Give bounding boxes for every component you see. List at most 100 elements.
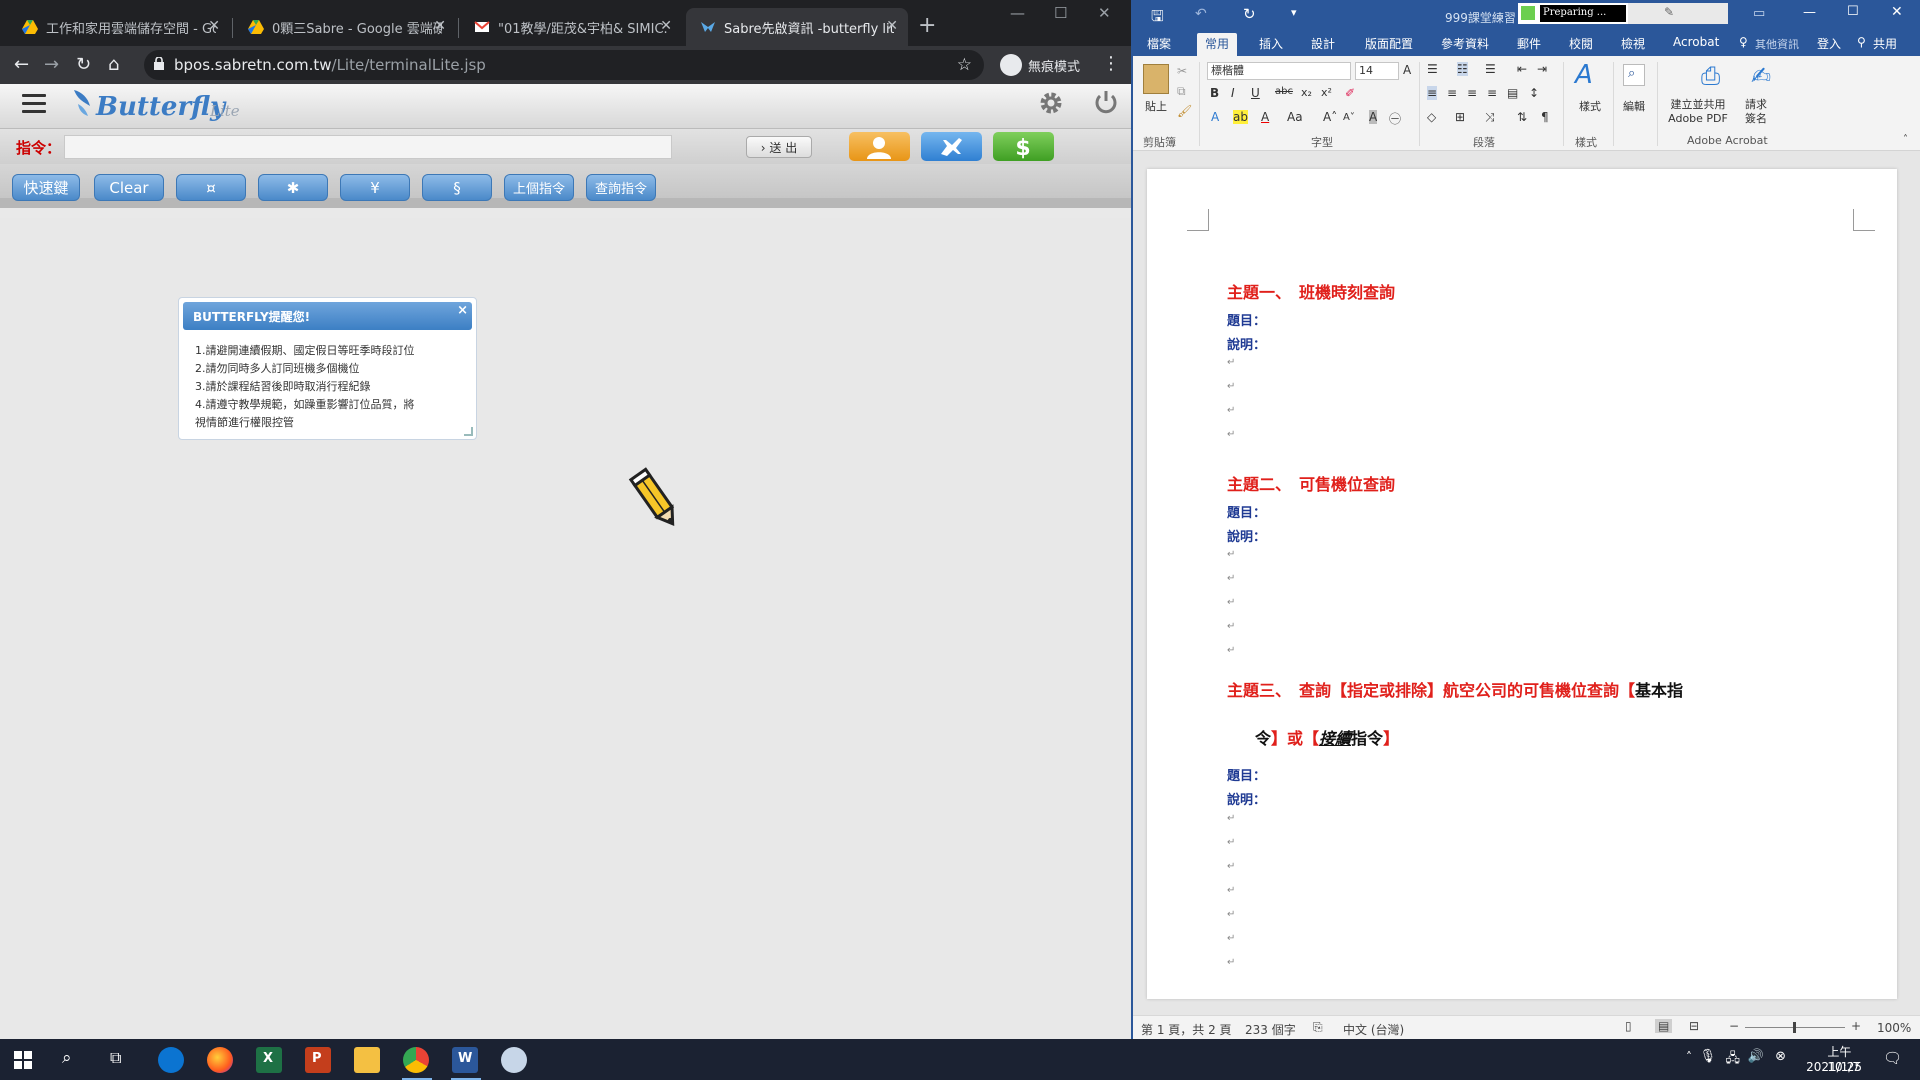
chrome-menu-icon[interactable]: ⋮	[1102, 53, 1120, 74]
request-signature-icon[interactable]: ✍	[1751, 62, 1771, 90]
maximize-icon[interactable]: ☐	[1847, 4, 1859, 19]
microphone-icon[interactable]: 🎙	[1699, 1049, 1716, 1064]
zoom-slider-thumb[interactable]	[1793, 1022, 1796, 1033]
decrease-indent-icon[interactable]: ⇤	[1517, 62, 1527, 76]
font-size-box[interactable]: 14	[1355, 62, 1399, 80]
format-painter-icon[interactable]: 🖌	[1177, 104, 1192, 118]
sign-in-link[interactable]: 登入	[1817, 35, 1841, 52]
undo-icon[interactable]: ↶	[1195, 6, 1207, 22]
share-button[interactable]: 共用	[1873, 35, 1897, 52]
zoom-level[interactable]: 100%	[1877, 1021, 1911, 1035]
tab-acrobat[interactable]: Acrobat	[1673, 35, 1719, 49]
hamburger-menu-icon[interactable]	[22, 94, 46, 114]
close-tab-icon[interactable]: ✕	[208, 18, 220, 34]
new-tab-button[interactable]: +	[918, 13, 936, 38]
borders-icon[interactable]: ⊞	[1455, 110, 1465, 124]
close-tab-icon[interactable]: ✕	[886, 18, 898, 34]
excel-icon[interactable]: X	[256, 1047, 282, 1073]
user-profile-button[interactable]	[849, 132, 910, 161]
flight-button[interactable]	[921, 132, 982, 161]
quick-access-dropdown-icon[interactable]: ▾	[1291, 6, 1297, 19]
grow-font-icon[interactable]: A˄	[1323, 110, 1337, 124]
save-icon[interactable]: 🖫	[1151, 6, 1164, 31]
tab-gmail[interactable]: "01教學/距茂&宇柏& SIMIC... ✕	[460, 8, 682, 46]
forward-arrow-icon[interactable]: →	[44, 54, 59, 75]
superscript-icon[interactable]: x²	[1321, 86, 1332, 99]
clear-formatting-icon[interactable]: ✐	[1345, 86, 1355, 100]
yen-button[interactable]: ¥	[340, 174, 410, 201]
fare-money-button[interactable]: $	[993, 132, 1054, 161]
increase-indent-icon[interactable]: ⇥	[1537, 62, 1547, 76]
collapse-ribbon-icon[interactable]: ˄	[1903, 134, 1908, 145]
ribbon-display-icon[interactable]: ▭	[1753, 6, 1765, 21]
power-icon[interactable]	[1092, 88, 1120, 116]
request-signature-label[interactable]: 請求簽名	[1745, 98, 1773, 126]
tab-insert[interactable]: 插入	[1259, 35, 1283, 52]
zoom-out-icon[interactable]: −	[1729, 1019, 1739, 1033]
command-input[interactable]	[64, 135, 672, 159]
create-pdf-icon[interactable]: ⎙	[1701, 62, 1720, 90]
language-indicator[interactable]: 中文 (台灣)	[1343, 1021, 1404, 1038]
file-explorer-icon[interactable]	[354, 1047, 380, 1073]
tab-references[interactable]: 參考資料	[1441, 35, 1489, 52]
clock-date[interactable]: 2021/1/7	[1806, 1060, 1860, 1074]
powerpoint-icon[interactable]: P	[305, 1047, 331, 1073]
proofing-icon[interactable]: ⎘	[1313, 1020, 1323, 1035]
character-shading-icon[interactable]: A	[1369, 110, 1378, 124]
sort-icon[interactable]: ⇅	[1517, 110, 1527, 124]
read-mode-icon[interactable]: ▯	[1625, 1019, 1632, 1033]
styles-icon[interactable]: A	[1575, 60, 1593, 90]
multilevel-list-icon[interactable]: ☰	[1485, 62, 1496, 76]
font-name-box[interactable]: 標楷體	[1207, 62, 1351, 80]
close-tab-icon[interactable]: ✕	[434, 18, 446, 34]
italic-icon[interactable]: I	[1231, 86, 1235, 100]
chrome-icon[interactable]	[403, 1047, 429, 1073]
hotkey-button[interactable]: 快速鍵	[12, 174, 80, 201]
previous-command-button[interactable]: 上個指令	[504, 174, 574, 201]
search-icon[interactable]: ⌕	[62, 1048, 72, 1068]
asian-layout-icon[interactable]: ⤨	[1485, 110, 1495, 125]
close-icon[interactable]: ×	[457, 303, 468, 318]
network-icon[interactable]: 🖧	[1726, 1049, 1741, 1071]
align-center-icon[interactable]: ≡	[1447, 86, 1457, 100]
ime-icon[interactable]: ⊗	[1775, 1049, 1786, 1064]
reload-icon[interactable]: ↻	[76, 54, 91, 75]
highlight-icon[interactable]: ab	[1233, 110, 1248, 124]
notification-icon[interactable]: 🗨	[1883, 1049, 1902, 1067]
bold-icon[interactable]: B	[1210, 86, 1219, 100]
incognito-badge[interactable]: 無痕模式	[1000, 51, 1080, 79]
clear-button[interactable]: Clear	[94, 174, 164, 201]
settings-gear-icon[interactable]	[1038, 90, 1064, 116]
paste-icon[interactable]	[1143, 64, 1169, 94]
copy-icon[interactable]: ⧉	[1177, 84, 1186, 99]
web-layout-icon[interactable]: ⊟	[1689, 1019, 1699, 1033]
send-button[interactable]: › 送 出	[746, 136, 812, 158]
address-bar[interactable]: bpos.sabretn.com.tw/Lite/terminalLite.js…	[144, 50, 984, 80]
paste-label[interactable]: 貼上	[1145, 98, 1167, 114]
tab-file[interactable]: 檔案	[1147, 35, 1171, 52]
styles-label[interactable]: 樣式	[1579, 98, 1601, 114]
line-spacing-icon[interactable]: ↕	[1529, 86, 1539, 100]
distributed-icon[interactable]: ▤	[1507, 86, 1518, 100]
tab-mailings[interactable]: 郵件	[1517, 35, 1541, 52]
create-pdf-label[interactable]: 建立並共用 Adobe PDF	[1663, 98, 1733, 126]
task-view-icon[interactable]: ⧉	[110, 1048, 121, 1068]
home-icon[interactable]: ⌂	[108, 54, 119, 75]
close-window-icon[interactable]: ✕	[1098, 4, 1111, 22]
tab-google-drive[interactable]: 工作和家用雲端儲存空間 - Go... ✕	[8, 8, 230, 46]
maximize-icon[interactable]: ☐	[1054, 4, 1067, 22]
document-page[interactable]: 主題一、 班機時刻查詢 題目： 說明： ↵ ↵ ↵ ↵ 主題二、 可售機位查詢 …	[1147, 169, 1897, 999]
app-icon[interactable]	[501, 1047, 527, 1073]
asterisk-button[interactable]: ✱	[258, 174, 328, 201]
numbering-icon[interactable]: ☷	[1457, 62, 1468, 76]
tray-expand-icon[interactable]: ˄	[1686, 1050, 1692, 1064]
tab-layout[interactable]: 版面配置	[1365, 35, 1413, 52]
word-count[interactable]: 233 個字	[1245, 1021, 1296, 1038]
resize-grip-icon[interactable]	[464, 427, 473, 436]
share-icon[interactable]: ⚲	[1857, 35, 1866, 49]
tab-sabre-drive[interactable]: 0顆三Sabre - Google 雲端硬... ✕	[234, 8, 456, 46]
redo-icon[interactable]: ↻	[1243, 5, 1256, 23]
tell-me-search[interactable]: 其他資訊	[1755, 36, 1799, 52]
minimize-icon[interactable]: —	[1803, 5, 1816, 20]
firefox-icon[interactable]	[207, 1047, 233, 1073]
